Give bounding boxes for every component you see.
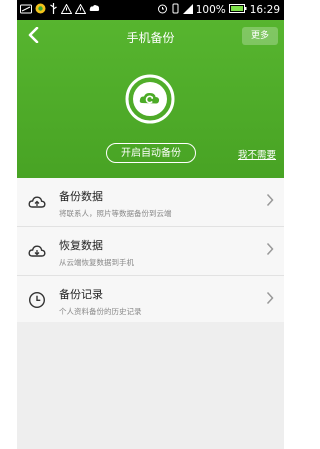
alarm-icon xyxy=(157,3,168,17)
vibrate-icon xyxy=(171,3,180,17)
backup-options-list: 备份数据 将联系人，照片等数据备份到云端 恢复数据 从云端恢复数据到手机 备份记… xyxy=(17,178,284,325)
list-item-backup-history[interactable]: 备份记录 个人资料备份的历史记录 xyxy=(17,276,284,325)
list-item-subtitle: 从云端恢复数据到手机 xyxy=(59,258,134,267)
chevron-right-icon xyxy=(266,193,274,210)
chevron-right-icon xyxy=(266,291,274,308)
signal-icon xyxy=(182,3,193,17)
cloud-download-icon xyxy=(28,242,46,260)
list-item-title: 备份数据 xyxy=(59,190,103,203)
cloud-backup-icon[interactable] xyxy=(125,74,175,124)
status-bar: 100% 16:29 xyxy=(17,0,284,20)
chevron-right-icon xyxy=(266,242,274,259)
cloud-notification-icon xyxy=(89,3,100,17)
auto-backup-button[interactable]: 开启自动备份 xyxy=(106,143,196,163)
battery-icon xyxy=(228,4,247,16)
app-notification-icon xyxy=(35,3,46,17)
list-item-restore-data[interactable]: 恢复数据 从云端恢复数据到手机 xyxy=(17,227,284,276)
list-item-subtitle: 个人资料备份的历史记录 xyxy=(59,307,142,316)
usb-icon xyxy=(49,3,58,17)
list-item-title: 恢复数据 xyxy=(59,239,103,252)
empty-area xyxy=(17,322,284,449)
more-button[interactable]: 更多 xyxy=(242,27,278,45)
list-item-subtitle: 将联系人，照片等数据备份到云端 xyxy=(59,209,172,218)
hero-panel: 手机备份 更多 开启自动备份 我不需要 xyxy=(17,20,284,178)
list-item-backup-data[interactable]: 备份数据 将联系人，照片等数据备份到云端 xyxy=(17,178,284,227)
warning-icon xyxy=(60,2,73,17)
screenshot-icon xyxy=(20,4,32,17)
cloud-upload-icon xyxy=(28,193,46,211)
warning-icon xyxy=(74,2,87,17)
battery-percent: 100% xyxy=(195,4,226,16)
no-need-link[interactable]: 我不需要 xyxy=(238,147,276,161)
clock-icon xyxy=(28,291,46,309)
list-item-title: 备份记录 xyxy=(59,288,103,301)
phone-screen: 100% 16:29 手机备份 更多 开启自动备份 我不需要 备份数据 将联系人… xyxy=(17,0,284,449)
status-time: 16:29 xyxy=(249,4,280,16)
